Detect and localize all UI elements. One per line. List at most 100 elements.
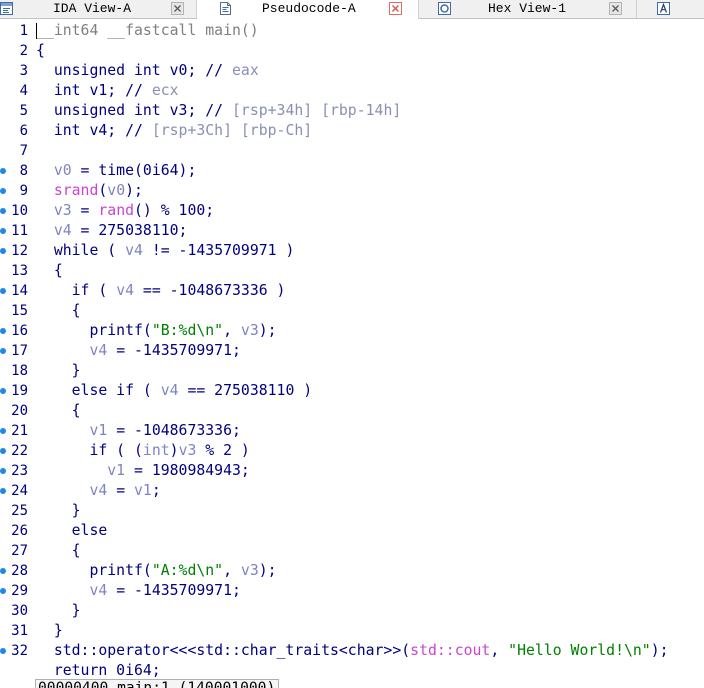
code-line[interactable]: 16 printf("B:%d\n", v3); <box>0 321 704 341</box>
code-token[interactable]: = -1435709971; <box>107 582 241 599</box>
code-token[interactable]: v3 <box>36 202 72 219</box>
code-line[interactable]: 24 v4 = v1; <box>0 481 704 501</box>
code-token[interactable]: v3 <box>241 322 259 339</box>
code-token[interactable]: , <box>223 562 241 579</box>
code-token[interactable]: v4 <box>125 242 143 259</box>
code-text[interactable]: v4 = v1; <box>36 481 160 501</box>
code-text[interactable]: { <box>36 401 81 421</box>
code-text[interactable]: while ( v4 != -1435709971 ) <box>36 241 295 261</box>
code-text[interactable]: v1 = -1048673336; <box>36 421 240 441</box>
code-token[interactable]: { <box>36 542 81 559</box>
code-token[interactable]: else if ( <box>36 382 161 399</box>
code-text[interactable]: v4 = -1435709971; <box>36 341 241 361</box>
code-token[interactable]: v4 <box>36 222 72 239</box>
code-token[interactable]: unsigned int v3; // <box>36 102 232 119</box>
code-token[interactable]: "B:%d\n" <box>152 322 223 339</box>
code-token[interactable]: = 275038110; <box>72 222 188 239</box>
code-token[interactable]: int v4; // <box>36 122 152 139</box>
code-token[interactable]: == 275038110 ) <box>179 382 312 399</box>
code-line[interactable]: 18 } <box>0 361 704 381</box>
code-token[interactable]: } <box>36 622 63 639</box>
code-token[interactable]: } <box>36 502 81 519</box>
code-token[interactable]: v3 <box>179 442 197 459</box>
code-text[interactable]: } <box>36 621 63 641</box>
code-text[interactable]: unsigned int v3; // [rsp+34h] [rbp-14h] <box>36 101 401 121</box>
code-line[interactable]: 3 unsigned int v0; // eax <box>0 61 704 81</box>
code-text[interactable]: v3 = rand() % 100; <box>36 201 214 221</box>
code-token[interactable]: v4 <box>36 342 107 359</box>
code-token[interactable]: = <box>72 202 99 219</box>
code-token[interactable]: , <box>223 322 241 339</box>
code-token[interactable]: ) <box>170 442 179 459</box>
code-token[interactable]: = -1435709971; <box>107 342 241 359</box>
code-line[interactable]: 1 __int64 __fastcall main() <box>0 21 704 41</box>
tab-ida-view-a[interactable]: IDA View-A <box>0 0 197 18</box>
code-token[interactable]: = <box>107 482 134 499</box>
code-token[interactable]: () % 100; <box>134 202 214 219</box>
code-line[interactable]: 31 } <box>0 621 704 641</box>
code-text[interactable]: if ( (int)v3 % 2 ) <box>36 441 249 461</box>
code-line[interactable]: 6 int v4; // [rsp+3Ch] [rbp-Ch] <box>0 121 704 141</box>
pseudocode-view[interactable]: 1 __int64 __fastcall main() 2{3 unsigned i… <box>0 21 704 688</box>
code-text[interactable]: srand(v0); <box>36 181 143 201</box>
code-line[interactable]: 32 std::operator<<<std::char_traits<char… <box>0 641 704 661</box>
code-token[interactable]: ( <box>98 182 107 199</box>
code-line[interactable]: 12 while ( v4 != -1435709971 ) <box>0 241 704 261</box>
code-token[interactable]: [rsp+34h] [rbp-14h] <box>232 102 401 119</box>
code-text[interactable]: v4 = 275038110; <box>36 221 188 241</box>
code-token[interactable]: if ( <box>36 282 116 299</box>
code-token[interactable]: = 1980984943; <box>125 462 250 479</box>
code-text[interactable]: { <box>36 541 81 561</box>
code-token[interactable]: rand <box>98 202 134 219</box>
code-line[interactable]: 19 else if ( v4 == 275038110 ) <box>0 381 704 401</box>
close-tab-button[interactable] <box>389 2 402 15</box>
code-token[interactable]: v3 <box>241 562 259 579</box>
code-token[interactable]: "Hello World!\n" <box>508 642 651 659</box>
tab-pseudocode-a[interactable]: Pseudocode-A <box>197 0 419 19</box>
code-text[interactable]: else <box>36 521 108 541</box>
code-text[interactable]: int v4; // [rsp+3Ch] [rbp-Ch] <box>36 121 312 141</box>
code-line[interactable]: return 0i64; <box>0 661 704 681</box>
code-line[interactable]: 9 srand(v0); <box>0 181 704 201</box>
code-token[interactable]: = time(0i64); <box>72 162 197 179</box>
code-line[interactable]: 25 } <box>0 501 704 521</box>
code-token[interactable]: v1 <box>134 482 152 499</box>
code-line[interactable]: 20 { <box>0 401 704 421</box>
code-line[interactable]: 7 <box>0 141 704 161</box>
code-line[interactable]: 13 { <box>0 261 704 281</box>
code-line[interactable]: 14 if ( v4 == -1048673336 ) <box>0 281 704 301</box>
code-token[interactable]: ); <box>125 182 143 199</box>
code-line[interactable]: 30 } <box>0 601 704 621</box>
code-line[interactable]: 17 v4 = -1435709971; <box>0 341 704 361</box>
code-line[interactable]: 5 unsigned int v3; // [rsp+34h] [rbp-14h… <box>0 101 704 121</box>
code-token[interactable]: "A:%d\n" <box>152 562 223 579</box>
tab-structures[interactable] <box>637 0 704 18</box>
code-line[interactable]: 10 v3 = rand() % 100; <box>0 201 704 221</box>
code-text[interactable]: else if ( v4 == 275038110 ) <box>36 381 313 401</box>
code-token[interactable]: std::operator<<<std::char_traits<char>>( <box>36 642 410 659</box>
code-token[interactable]: ); <box>259 562 277 579</box>
code-line[interactable]: 21 v1 = -1048673336; <box>0 421 704 441</box>
code-line[interactable]: 29 v4 = -1435709971; <box>0 581 704 601</box>
code-text[interactable]: } <box>36 501 81 521</box>
code-token[interactable]: v0 <box>107 182 125 199</box>
code-line[interactable]: 27 { <box>0 541 704 561</box>
code-token[interactable]: , <box>490 642 508 659</box>
code-token[interactable]: printf( <box>36 562 151 579</box>
code-token[interactable]: { <box>36 302 81 319</box>
code-token[interactable]: unsigned int v0; // <box>36 62 232 79</box>
code-token[interactable]: v4 <box>36 582 107 599</box>
code-line[interactable]: 8 v0 = time(0i64); <box>0 161 704 181</box>
code-text[interactable]: } <box>36 601 81 621</box>
code-token[interactable]: v4 <box>116 282 134 299</box>
code-token[interactable]: if ( ( <box>36 442 142 459</box>
code-token[interactable]: v4 <box>36 482 107 499</box>
code-line[interactable]: 26 else <box>0 521 704 541</box>
code-text[interactable]: } <box>36 361 81 381</box>
code-text[interactable]: { <box>36 301 81 321</box>
code-token[interactable]: else <box>36 522 108 539</box>
code-token[interactable]: v1 <box>36 422 107 439</box>
code-token[interactable]: [rsp+3Ch] [rbp-Ch] <box>152 122 312 139</box>
code-token[interactable]: return 0i64; <box>36 662 161 679</box>
code-text[interactable]: __int64 __fastcall main() <box>36 21 259 41</box>
